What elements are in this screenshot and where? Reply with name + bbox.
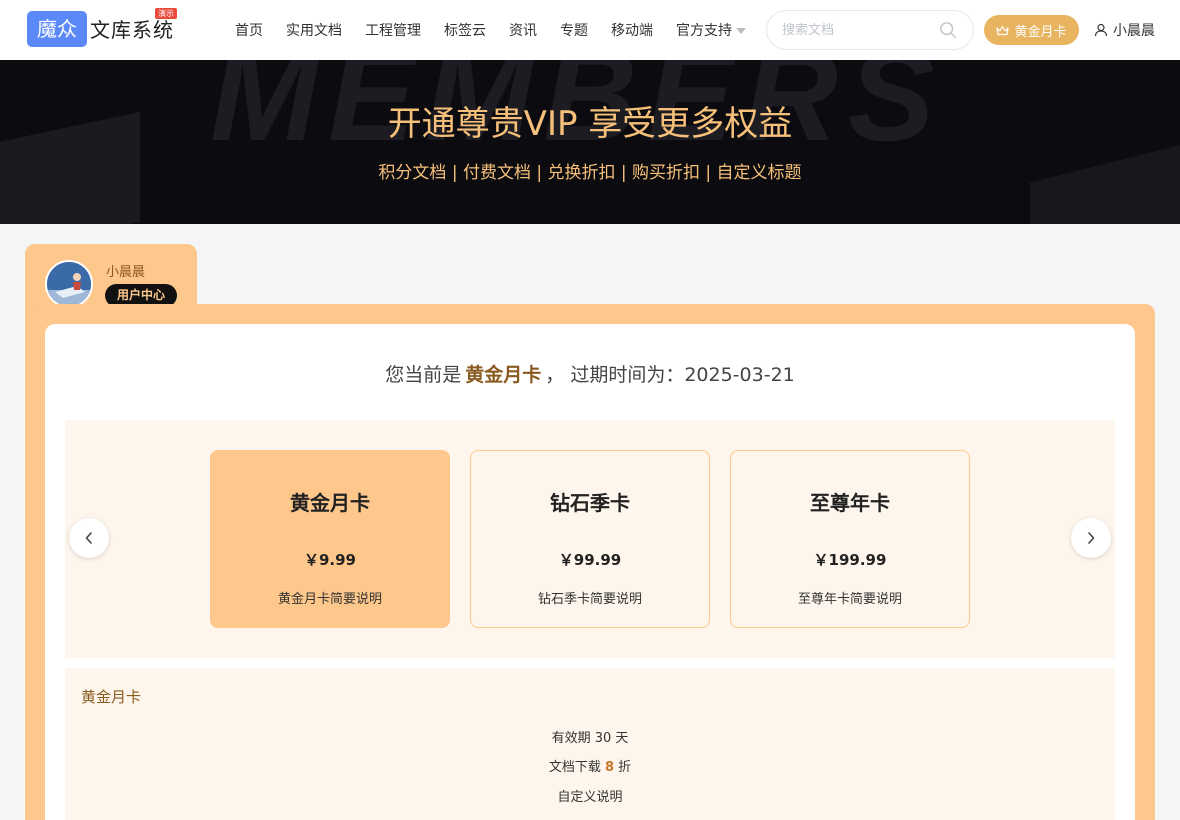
nav-support-label: 官方支持 <box>676 23 732 39</box>
nav-item-mobile[interactable]: 移动端 <box>611 20 653 40</box>
search-input[interactable] <box>782 11 932 49</box>
plan-price: ￥9.99 <box>303 551 356 569</box>
plan-card-diamond-quarterly[interactable]: 钻石季卡 ￥99.99 钻石季卡简要说明 <box>470 450 710 628</box>
search-icon[interactable] <box>939 21 957 39</box>
user-name: 小晨晨 <box>106 265 146 280</box>
plan-card-supreme-yearly[interactable]: 至尊年卡 ￥199.99 至尊年卡简要说明 <box>730 450 970 628</box>
avatar-image <box>47 262 91 306</box>
user-menu-label: 小晨晨 <box>1113 23 1155 39</box>
discount-value: 8 <box>604 760 615 775</box>
plan-description: 至尊年卡简要说明 <box>797 592 902 607</box>
plan-price: ￥199.99 <box>813 551 887 569</box>
discount-suffix: 折 <box>618 760 632 775</box>
detail-custom: 自定义说明 <box>557 790 623 805</box>
nav-item-tag-cloud[interactable]: 标签云 <box>444 20 486 40</box>
nav-item-docs[interactable]: 实用文档 <box>286 20 342 40</box>
plan-card-gold-monthly[interactable]: 黄金月卡 ￥9.99 黄金月卡简要说明 <box>210 450 450 628</box>
nav-item-engineering[interactable]: 工程管理 <box>365 20 421 40</box>
logo-badge: 演示 <box>155 8 177 19</box>
main-nav: 首页 实用文档 工程管理 标签云 资讯 专题 移动端 官方支持 <box>235 0 769 60</box>
vip-button[interactable]: 黄金月卡 <box>984 15 1079 45</box>
nav-item-topics[interactable]: 专题 <box>560 20 588 40</box>
status-prefix: 您当前是 <box>385 364 462 386</box>
chevron-left-icon <box>85 532 92 544</box>
plan-price: ￥99.99 <box>558 551 622 569</box>
user-menu[interactable]: 小晨晨 <box>1094 20 1155 40</box>
detail-discount: 文档下载 8 折 <box>0 756 1180 775</box>
plan-name: 至尊年卡 <box>810 491 890 515</box>
chevron-right-icon <box>1088 532 1095 544</box>
nav-item-support[interactable]: 官方支持 <box>676 20 746 40</box>
plan-description: 黄金月卡简要说明 <box>277 592 382 607</box>
crown-icon <box>996 25 1010 35</box>
plan-description: 钻石季卡简要说明 <box>537 592 642 607</box>
top-header: 魔众 文库系统 演示 首页 实用文档 工程管理 标签云 资讯 专题 移动端 官方… <box>0 0 1180 60</box>
membership-status: 您当前是 黄金月卡， 过期时间为：2025-03-21 <box>0 360 1180 387</box>
validity-suffix: 天 <box>615 731 629 746</box>
plan-name: 黄金月卡 <box>290 491 370 515</box>
discount-prefix: 文档下载 <box>548 760 601 775</box>
banner-title: 开通尊贵VIP 享受更多权益 <box>387 104 793 144</box>
status-plan: 黄金月卡 <box>465 364 542 386</box>
search-box <box>766 10 974 50</box>
plan-details-title: 黄金月卡 <box>81 688 142 706</box>
validity-prefix: 有效期 <box>551 731 591 746</box>
banner-subtitle: 积分文档 | 付费文档 | 兑换折扣 | 购买折扣 | 自定义标题 <box>378 163 802 183</box>
status-suffix: ， 过期时间为：2025-03-21 <box>545 364 795 386</box>
user-icon <box>1094 23 1108 37</box>
avatar[interactable] <box>45 260 93 308</box>
chevron-down-icon <box>736 28 746 34</box>
detail-validity: 有效期 30 天 <box>0 727 1180 746</box>
carousel-next-button[interactable] <box>1071 518 1111 558</box>
nav-item-news[interactable]: 资讯 <box>509 20 537 40</box>
plan-name: 钻石季卡 <box>550 491 630 515</box>
vip-button-label: 黄金月卡 <box>1014 24 1067 40</box>
logo-mark[interactable]: 魔众 <box>27 11 87 47</box>
validity-value: 30 <box>594 731 612 746</box>
nav-item-home[interactable]: 首页 <box>235 20 263 40</box>
vip-banner: MEMBERS 开通尊贵VIP 享受更多权益 积分文档 | 付费文档 | 兑换折… <box>0 60 1180 224</box>
carousel-prev-button[interactable] <box>69 518 109 558</box>
